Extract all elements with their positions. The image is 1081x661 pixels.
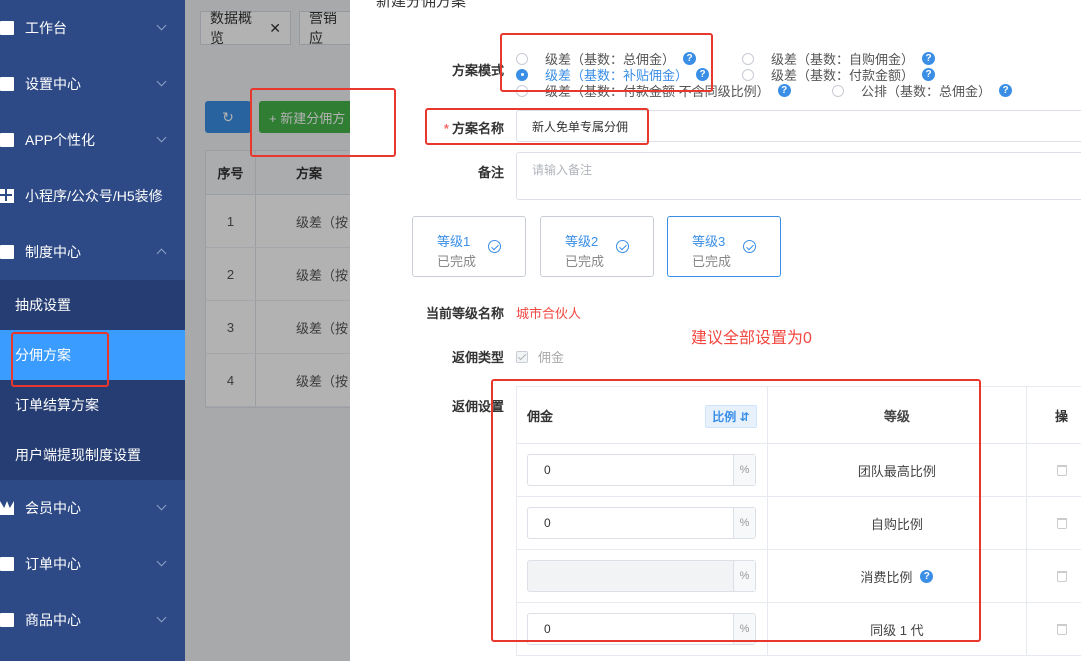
sidebar: 工作台 设置中心 APP个性化 小程序/公众号/H5装修 制度中心 抽成设置 分…	[0, 0, 185, 661]
sidebar-item-workbench[interactable]: 工作台	[0, 0, 185, 56]
sidebar-item-label: 会员中心	[25, 500, 81, 516]
level-card-2[interactable]: 等级2 已完成	[540, 216, 654, 277]
cell-op	[1027, 550, 1081, 602]
annotation-box-sidebar	[11, 332, 109, 387]
level-status: 已完成	[437, 254, 477, 269]
chevron-up-icon	[156, 248, 167, 259]
check-circle-icon	[743, 240, 756, 253]
sidebar-item-label: 小程序/公众号/H5装修	[25, 188, 163, 204]
trash-icon[interactable]	[1056, 517, 1067, 529]
chevron-down-icon	[156, 20, 167, 31]
sidebar-subitem-withdraw[interactable]: 用户端提现制度设置	[0, 430, 185, 480]
sidebar-item-miniprogram[interactable]: 小程序/公众号/H5装修	[0, 168, 185, 224]
mode-radio-public[interactable]: 公排（基数：总佣金） ?	[832, 81, 1013, 100]
sidebar-item-label: APP个性化	[25, 132, 96, 148]
help-icon[interactable]: ?	[922, 68, 936, 81]
level-status: 已完成	[692, 254, 732, 269]
radio-icon	[742, 68, 754, 81]
rebate-setting-label: 返佣设置	[451, 399, 504, 414]
level-status: 已完成	[565, 254, 605, 269]
chevron-down-icon	[156, 612, 167, 623]
chevron-down-icon	[156, 556, 167, 567]
annotation-box-new-button	[250, 88, 396, 157]
sidebar-item-policy[interactable]: 制度中心	[0, 224, 185, 280]
bag-icon	[0, 613, 14, 627]
help-icon[interactable]: ?	[999, 84, 1013, 97]
level-name: 等级2	[565, 234, 599, 249]
mode-label: 方案模式	[451, 63, 504, 78]
sidebar-item-order[interactable]: 订单中心	[0, 536, 185, 592]
current-level-label: 当前等级名称	[425, 306, 504, 321]
checkbox-checked-icon	[516, 350, 528, 363]
sidebar-item-product[interactable]: 商品中心	[0, 592, 185, 648]
level-name: 等级3	[692, 234, 726, 249]
phone-icon	[0, 133, 14, 147]
sidebar-item-label: 商品中心	[25, 612, 81, 628]
chevron-down-icon	[156, 76, 167, 87]
trash-icon[interactable]	[1056, 464, 1067, 476]
current-level-value: 城市合伙人	[516, 306, 582, 321]
crown-icon	[0, 501, 14, 515]
grid-icon	[0, 189, 14, 203]
sidebar-subitem-settlement[interactable]: 订单结算方案	[0, 380, 185, 430]
trash-icon[interactable]	[1056, 570, 1067, 582]
help-icon[interactable]: ?	[777, 84, 791, 97]
level-name: 等级1	[437, 234, 471, 249]
drawer-title: 新建分佣方案	[376, 0, 467, 10]
cell-op	[1027, 497, 1081, 549]
help-icon[interactable]: ?	[922, 52, 936, 65]
doc-icon	[0, 557, 14, 571]
sidebar-item-label: 订单中心	[25, 556, 81, 572]
chevron-down-icon	[156, 500, 167, 511]
annotation-box-mode	[500, 33, 713, 92]
annotation-box-name	[425, 108, 649, 145]
header-op: 操	[1055, 408, 1069, 424]
annotation-note: 建议全部设置为0	[691, 330, 812, 347]
level-card-3[interactable]: 等级3 已完成	[667, 216, 781, 277]
check-circle-icon	[616, 240, 629, 253]
cell-op	[1027, 603, 1081, 655]
sidebar-item-label: 工作台	[25, 20, 67, 36]
home-icon	[0, 21, 14, 35]
sidebar-subitem-commission[interactable]: 抽成设置	[0, 280, 185, 330]
sidebar-item-settings[interactable]: 设置中心	[0, 56, 185, 112]
check-circle-icon	[488, 240, 501, 253]
radio-label: 公排（基数：总佣金）	[861, 84, 992, 99]
remark-textarea[interactable]: 请输入备注	[516, 152, 1081, 200]
radio-icon	[742, 52, 754, 65]
chevron-down-icon	[156, 132, 167, 143]
rebate-type-label: 返佣类型	[451, 350, 504, 365]
level-card-1[interactable]: 等级1 已完成	[412, 216, 526, 277]
doc-icon	[0, 245, 14, 259]
annotation-box-table	[491, 379, 981, 642]
checkbox-label: 佣金	[538, 350, 565, 365]
radio-icon	[832, 84, 844, 97]
trash-icon[interactable]	[1056, 623, 1067, 635]
cell-op	[1027, 444, 1081, 496]
rebate-type-checkbox[interactable]: 佣金	[516, 347, 564, 366]
folder-icon	[0, 77, 14, 91]
sidebar-item-member[interactable]: 会员中心	[0, 480, 185, 536]
sidebar-item-label: 制度中心	[25, 244, 81, 260]
sidebar-item-label: 设置中心	[25, 76, 81, 92]
remark-label: 备注	[477, 165, 504, 180]
sidebar-item-app[interactable]: APP个性化	[0, 112, 185, 168]
